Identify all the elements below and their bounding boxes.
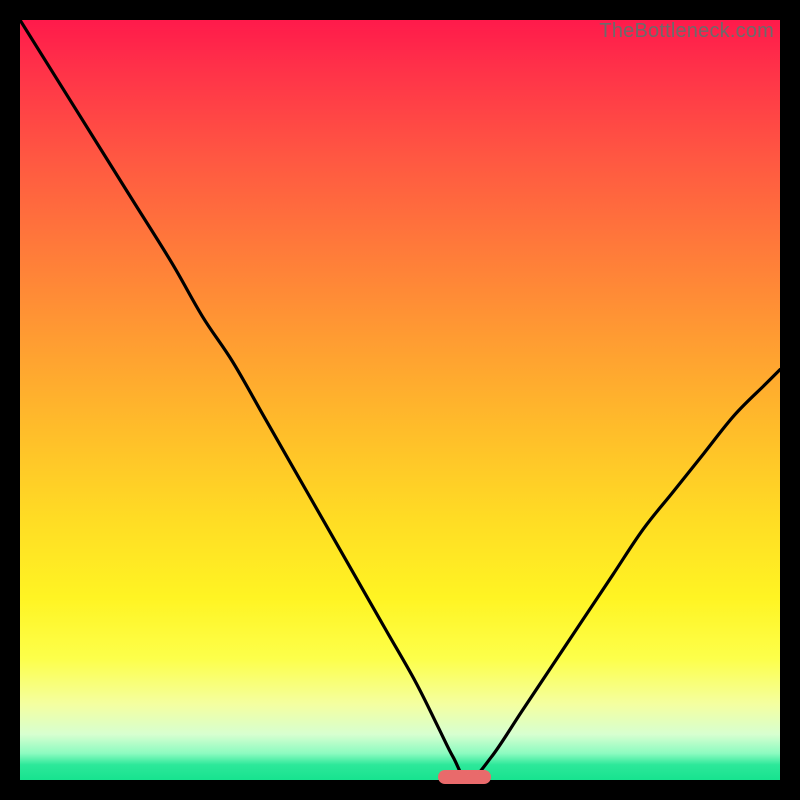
plot-area: TheBottleneck.com — [20, 20, 780, 780]
bottleneck-curve — [20, 20, 780, 780]
chart-frame: TheBottleneck.com — [0, 0, 800, 800]
curve-path — [20, 20, 780, 780]
optimal-range-marker — [438, 770, 491, 784]
